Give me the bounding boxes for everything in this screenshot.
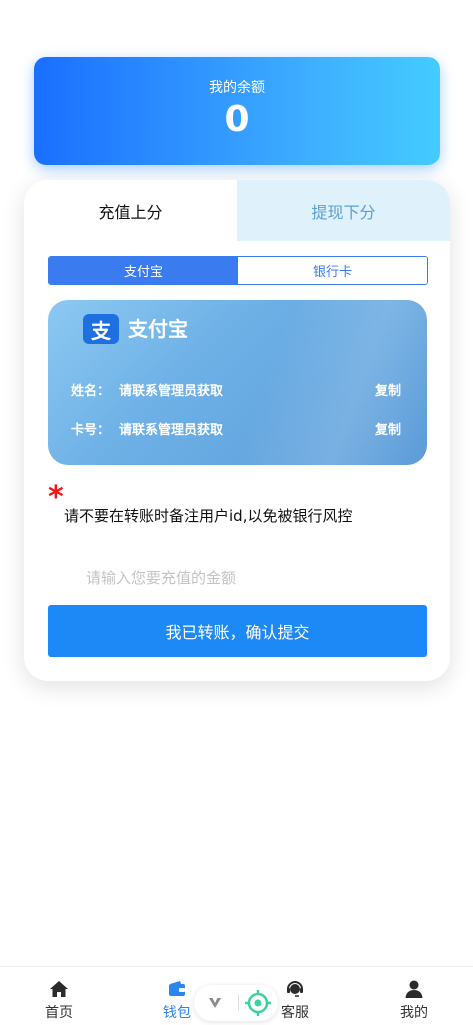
tabbar-item-mine[interactable]: 我的 (374, 967, 454, 1025)
recharge-panel: 充值上分 提现下分 支付宝 银行卡 支 支付宝 姓名： 请联系管理员获取 复制 … (24, 180, 450, 681)
card-number-label: 卡号： (71, 423, 111, 438)
target-icon[interactable] (244, 989, 272, 1017)
balance-value: 0 (224, 99, 250, 140)
confirm-transfer-button[interactable]: 我已转账，确认提交 (48, 605, 427, 657)
card-number-row: 卡号： 请联系管理员获取 复制 (71, 419, 401, 438)
wallet-icon (169, 981, 185, 996)
tabbar-item-home[interactable]: 首页 (19, 967, 99, 1025)
required-asterisk: * (48, 480, 64, 515)
method-alipay[interactable]: 支付宝 (49, 257, 238, 284)
notice-text: 请不要在转账时备注用户id,以免被银行风控 (64, 507, 353, 525)
amount-input[interactable] (84, 563, 414, 593)
payment-method-switch: 支付宝 银行卡 (48, 256, 428, 285)
customer-service-icon (287, 981, 303, 997)
tabbar-label-home: 首页 (45, 1005, 73, 1021)
tab-recharge[interactable]: 充值上分 (24, 180, 237, 241)
name-value: 请联系管理员获取 (119, 384, 224, 399)
floating-divider (238, 995, 239, 1011)
tab-bar: 充值上分 提现下分 (24, 180, 450, 241)
card-number-value: 请联系管理员获取 (119, 423, 224, 438)
tabbar-label-mine: 我的 (400, 1005, 428, 1021)
floating-widget[interactable] (194, 985, 278, 1021)
tab-withdraw[interactable]: 提现下分 (237, 180, 450, 241)
user-icon (405, 980, 423, 998)
alipay-title: 支付宝 (128, 317, 188, 341)
copy-name-button[interactable]: 复制 (375, 380, 401, 399)
balance-label: 我的余额 (209, 80, 265, 96)
home-icon (50, 981, 68, 997)
name-row: 姓名： 请联系管理员获取 复制 (71, 380, 401, 399)
method-bank-card[interactable]: 银行卡 (238, 257, 427, 284)
copy-card-number-button[interactable]: 复制 (375, 419, 401, 438)
balance-card: 我的余额 0 (34, 57, 440, 165)
alipay-logo-icon: 支 (83, 314, 119, 344)
chevron-down-icon[interactable] (208, 996, 222, 1010)
alipay-account-card: 支 支付宝 姓名： 请联系管理员获取 复制 卡号： 请联系管理员获取 复制 (48, 300, 427, 465)
name-label: 姓名： (71, 384, 111, 399)
